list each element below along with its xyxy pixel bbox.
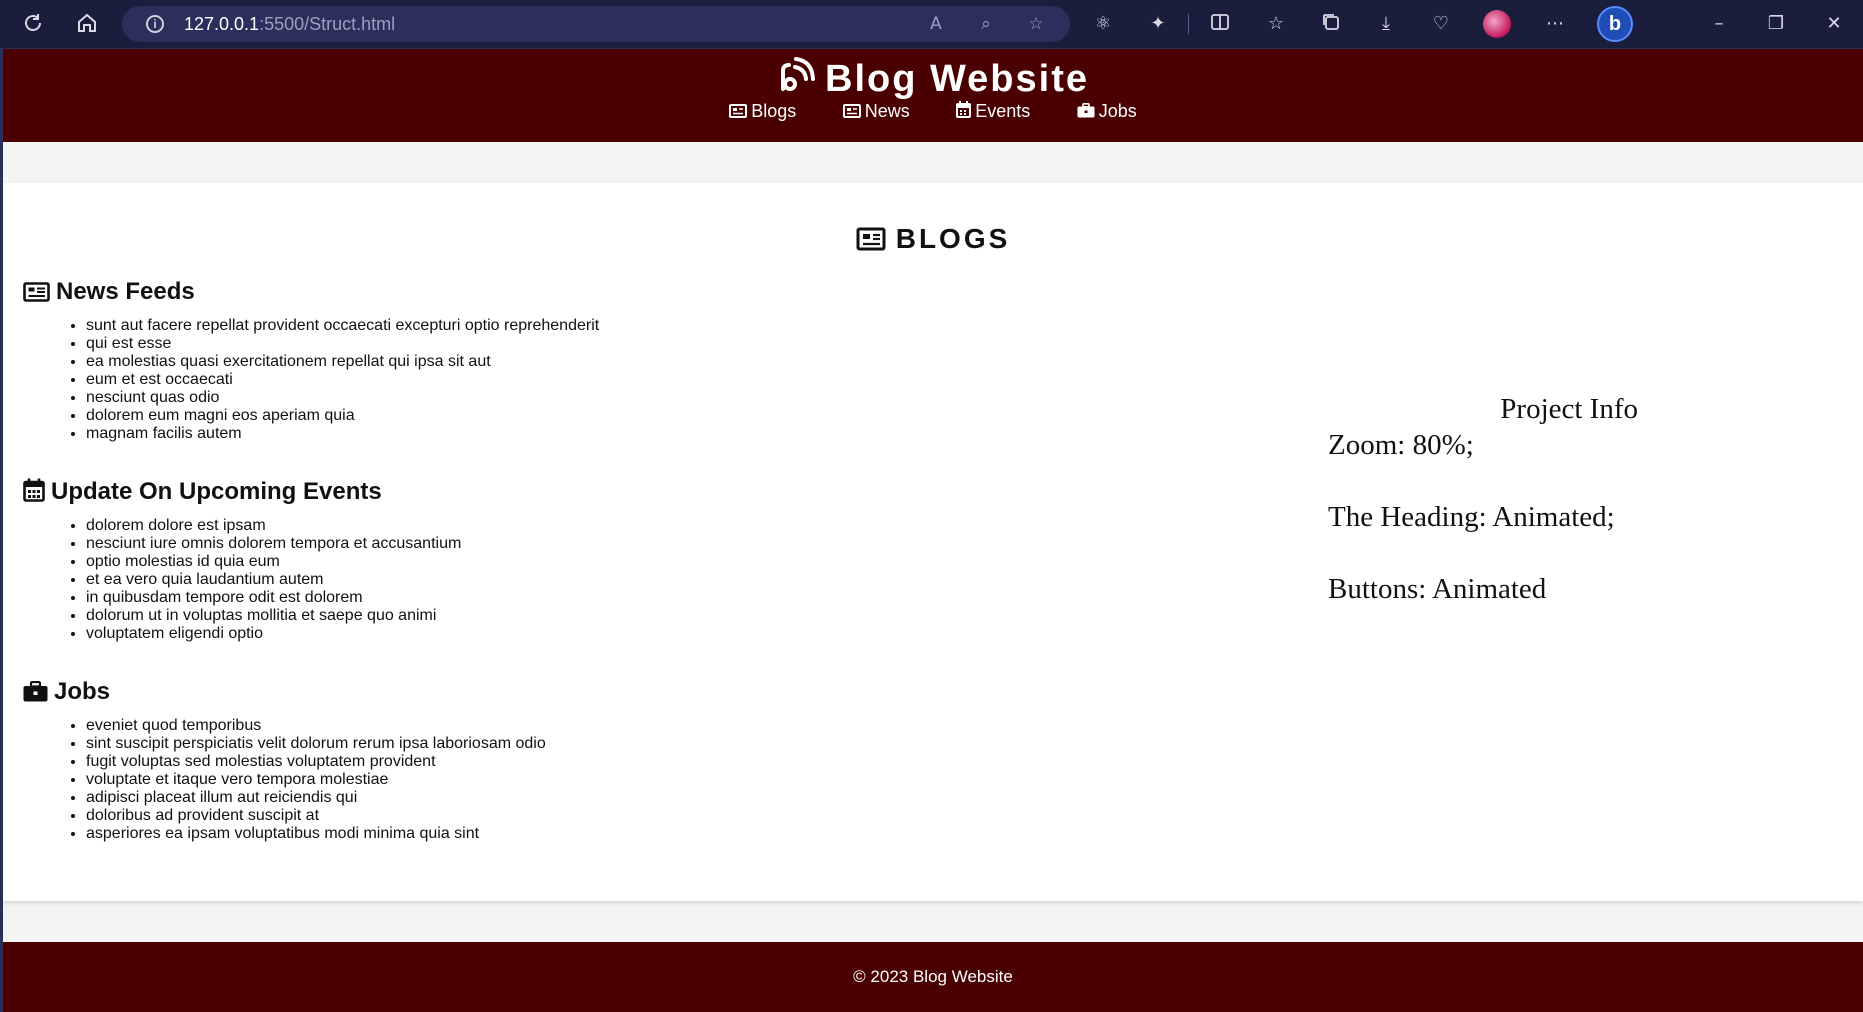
newspaper-icon bbox=[729, 104, 748, 118]
list-item: optio molestias id quia eum bbox=[86, 553, 461, 571]
project-info-line: Buttons: Animated bbox=[1328, 573, 1547, 605]
toolbar-divider bbox=[1188, 14, 1189, 34]
project-info-box: Project Info Zoom: 80%; The Heading: Ani… bbox=[1328, 391, 1728, 607]
news-feeds-title: News Feeds bbox=[56, 278, 195, 305]
list-item: nesciunt iure omnis dolorem tempora et a… bbox=[86, 535, 461, 553]
list-item: doloribus ad provident suscipit at bbox=[86, 807, 546, 825]
list-item: ea molestias quasi exercitationem repell… bbox=[86, 353, 599, 371]
minimize-icon[interactable]: – bbox=[1707, 12, 1731, 36]
nav-events[interactable]: Events bbox=[956, 101, 1030, 122]
nav-jobs[interactable]: Jobs bbox=[1077, 101, 1137, 122]
list-item: sint suscipit perspiciatis velit dolorum… bbox=[86, 735, 546, 753]
read-aloud-icon[interactable]: A bbox=[924, 12, 948, 36]
info-icon[interactable]: i bbox=[146, 15, 164, 33]
nav-blogs[interactable]: Blogs bbox=[729, 101, 796, 122]
browser-essentials-icon[interactable]: ♡ bbox=[1429, 12, 1453, 36]
extensions-icon[interactable]: ✦ bbox=[1146, 12, 1170, 36]
calendar-icon bbox=[956, 101, 972, 118]
list-item: in quibusdam tempore odit est dolorem bbox=[86, 589, 461, 607]
list-item: dolorem eum magni eos aperiam quia bbox=[86, 407, 599, 425]
restore-icon[interactable]: ❐ bbox=[1764, 12, 1788, 36]
list-item: asperiores ea ipsam voluptatibus modi mi… bbox=[86, 825, 546, 843]
jobs-title: Jobs bbox=[54, 678, 111, 705]
newspaper-icon bbox=[856, 227, 886, 251]
main-nav: Blogs News Events Jobs bbox=[3, 101, 1863, 122]
project-info-title: Project Info bbox=[1500, 393, 1638, 425]
close-icon[interactable]: ✕ bbox=[1822, 12, 1846, 36]
list-item: qui est esse bbox=[86, 335, 599, 353]
downloads-icon[interactable]: ⤓ bbox=[1374, 12, 1398, 36]
briefcase-icon bbox=[1077, 103, 1095, 118]
news-feeds-section: News Feeds sunt aut facere repellat prov… bbox=[23, 277, 599, 443]
zoom-out-icon[interactable]: ⌕ bbox=[974, 12, 998, 36]
jobs-section: Jobs eveniet quod temporibus sint suscip… bbox=[23, 677, 546, 843]
list-item: voluptate et itaque vero tempora molesti… bbox=[86, 771, 546, 789]
favorites-icon[interactable]: ☆ bbox=[1264, 12, 1288, 36]
list-item: voluptatem eligendi optio bbox=[86, 625, 461, 643]
browser-toolbar: i 127.0.0.1:5500/Struct.html A ⌕ ☆ ⚛ ✦ ☆… bbox=[0, 0, 1863, 49]
list-item: et ea vero quia laudantium autem bbox=[86, 571, 461, 589]
jobs-heading: Jobs bbox=[23, 677, 546, 707]
react-devtools-icon[interactable]: ⚛ bbox=[1091, 12, 1115, 36]
list-item: eum et est occaecati bbox=[86, 371, 599, 389]
list-item: dolorem dolore est ipsam bbox=[86, 517, 461, 535]
more-menu-icon[interactable]: ⋯ bbox=[1543, 12, 1567, 36]
main-content: BLOGS News Feeds sunt aut facere repella… bbox=[3, 183, 1863, 901]
copilot-bing-icon[interactable]: b bbox=[1597, 6, 1633, 42]
project-info-line: The Heading: Animated; bbox=[1328, 501, 1615, 533]
jobs-list: eveniet quod temporibus sint suscipit pe… bbox=[23, 717, 546, 843]
nav-events-label: Events bbox=[975, 101, 1031, 121]
section-title-text: BLOGS bbox=[895, 223, 1011, 254]
list-item: sunt aut facere repellat provident occae… bbox=[86, 317, 599, 335]
list-item: fugit voluptas sed molestias voluptatem … bbox=[86, 753, 546, 771]
home-icon[interactable] bbox=[75, 12, 99, 36]
news-feeds-list: sunt aut facere repellat provident occae… bbox=[23, 317, 599, 443]
newspaper-icon bbox=[23, 282, 50, 302]
page-viewport: Blog Website Blogs News Events Jobs BLOG… bbox=[0, 49, 1863, 1012]
nav-jobs-label: Jobs bbox=[1098, 101, 1137, 121]
list-item: eveniet quod temporibus bbox=[86, 717, 546, 735]
reload-icon[interactable] bbox=[21, 12, 45, 36]
news-feeds-heading: News Feeds bbox=[23, 277, 599, 307]
site-header: Blog Website Blogs News Events Jobs bbox=[3, 49, 1863, 142]
list-item: magnam facilis autem bbox=[86, 425, 599, 443]
upcoming-events-list: dolorem dolore est ipsam nesciunt iure o… bbox=[23, 517, 461, 643]
list-item: nesciunt quas odio bbox=[86, 389, 599, 407]
list-item: adipisci placeat illum aut reiciendis qu… bbox=[86, 789, 546, 807]
address-bar[interactable]: i 127.0.0.1:5500/Struct.html A ⌕ ☆ bbox=[122, 6, 1070, 42]
site-footer: © 2023 Blog Website bbox=[3, 942, 1863, 1012]
url-text[interactable]: 127.0.0.1:5500/Struct.html bbox=[184, 14, 395, 35]
briefcase-icon bbox=[23, 680, 48, 702]
collections-icon[interactable] bbox=[1319, 12, 1343, 36]
nav-news[interactable]: News bbox=[842, 101, 910, 122]
nav-blogs-label: Blogs bbox=[751, 101, 797, 121]
split-screen-icon[interactable] bbox=[1208, 12, 1232, 36]
upcoming-events-title: Update On Upcoming Events bbox=[51, 478, 382, 505]
site-title-text: Blog Website bbox=[825, 58, 1089, 100]
favorite-star-icon[interactable]: ☆ bbox=[1024, 12, 1048, 36]
calendar-icon bbox=[23, 478, 45, 502]
section-title: BLOGS bbox=[3, 223, 1863, 255]
newspaper-icon bbox=[842, 104, 861, 118]
upcoming-events-heading: Update On Upcoming Events bbox=[23, 477, 461, 507]
blog-rss-logo-icon bbox=[777, 57, 815, 105]
upcoming-events-section: Update On Upcoming Events dolorem dolore… bbox=[23, 477, 461, 643]
profile-avatar[interactable] bbox=[1483, 10, 1511, 38]
project-info-line: Zoom: 80%; bbox=[1328, 429, 1474, 461]
site-title: Blog Website bbox=[3, 57, 1863, 105]
nav-news-label: News bbox=[864, 101, 910, 121]
footer-copyright: © 2023 Blog Website bbox=[853, 967, 1013, 986]
list-item: dolorum ut in voluptas mollitia et saepe… bbox=[86, 607, 461, 625]
